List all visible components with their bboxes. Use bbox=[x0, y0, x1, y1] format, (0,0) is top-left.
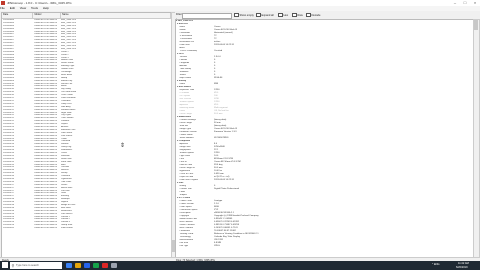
system-tray[interactable]: ^ ENG bbox=[432, 263, 440, 266]
checkbox-label: Raw bbox=[297, 13, 303, 17]
checkbox-icon bbox=[234, 12, 239, 17]
checkbox-raw[interactable]: Raw bbox=[292, 12, 303, 17]
menu-edit[interactable]: Edit bbox=[10, 6, 15, 10]
menu-file[interactable]: File bbox=[0, 6, 5, 10]
column-header-name[interactable]: Name bbox=[61, 13, 171, 18]
checkbox-show-empty[interactable]: Show empty bbox=[234, 12, 254, 17]
file-explorer-icon[interactable] bbox=[75, 263, 81, 268]
taskbar bbox=[0, 261, 480, 270]
checkbox-icon bbox=[278, 12, 283, 17]
tag-value: JPEG bbox=[214, 245, 220, 247]
task-view-icon[interactable] bbox=[66, 263, 72, 268]
menu-bar: File Edit View Tools Help bbox=[0, 6, 480, 11]
checkbox-icon bbox=[256, 12, 261, 17]
table-row[interactable]: 2019/06/20 Canon EOS 5D Mark III Final Fra… bbox=[2, 227, 171, 230]
jpegsnoop-taskbar-icon[interactable] bbox=[102, 263, 108, 268]
cell-date: 2019/06/20 bbox=[3, 227, 14, 230]
checkbox-icon bbox=[292, 12, 297, 17]
tag-tree-scroll-thumb[interactable] bbox=[473, 20, 478, 30]
tag-name: File Type bbox=[176, 245, 189, 247]
checkbox-hex[interactable]: Hex bbox=[278, 12, 289, 17]
app-icon bbox=[1, 1, 5, 5]
tag-tree-rows: ▸ IMG_3345.JPG ▾ Exif IFD0 Make Canon Mod… bbox=[176, 20, 473, 248]
filter-input[interactable] bbox=[182, 12, 232, 19]
checkbox-label: Decode bbox=[311, 13, 321, 17]
tree-row[interactable]: File Type JPEG bbox=[176, 245, 473, 248]
checkbox-label: Hex bbox=[283, 13, 289, 17]
cell-name: Final Frame bbox=[61, 227, 73, 230]
checkbox-label: Show empty bbox=[239, 13, 254, 17]
windows-start-icon[interactable] bbox=[2, 262, 8, 268]
column-header-model[interactable]: Model bbox=[33, 13, 61, 18]
tag-tree-scrollbar[interactable] bbox=[473, 19, 480, 258]
checkbox-icon bbox=[306, 12, 311, 17]
menu-view[interactable]: View bbox=[20, 6, 26, 10]
file-list[interactable]: Date Model Name 2019/06/06 Canon EOS 5D M… bbox=[1, 12, 172, 258]
search-icon: ⚲ bbox=[11, 263, 15, 268]
column-header-date[interactable]: Date bbox=[2, 13, 34, 18]
checkbox-expand-all[interactable]: Expand all bbox=[256, 12, 274, 17]
app-taskbar-icon[interactable] bbox=[111, 263, 117, 268]
tag-tree[interactable]: ▸ IMG_3345.JPG ▾ Exif IFD0 Make Canon Mod… bbox=[175, 19, 474, 258]
taskbar-search-placeholder: Type here to search bbox=[16, 263, 39, 267]
edge-browser-icon[interactable] bbox=[84, 263, 90, 268]
mouse-cursor-icon: ⇕ bbox=[120, 143, 126, 149]
file-list-rows: 2019/06/06 Canon EOS 5D Mark III IMG_3344.… bbox=[2, 19, 171, 230]
clock-date[interactable]: 6/20/2019 bbox=[456, 266, 468, 269]
menu-help[interactable]: Help bbox=[43, 6, 49, 10]
store-icon[interactable] bbox=[93, 263, 99, 268]
checkbox-decode[interactable]: Decode bbox=[306, 12, 321, 17]
window-title: JPEGsnoop - 1.8.0 - C:\Users\...\IMG_334… bbox=[7, 1, 72, 5]
cell-model: Canon EOS 5D Mark III bbox=[34, 227, 57, 230]
menu-tools[interactable]: Tools bbox=[31, 6, 38, 10]
checkbox-label: Expand all bbox=[261, 13, 274, 17]
